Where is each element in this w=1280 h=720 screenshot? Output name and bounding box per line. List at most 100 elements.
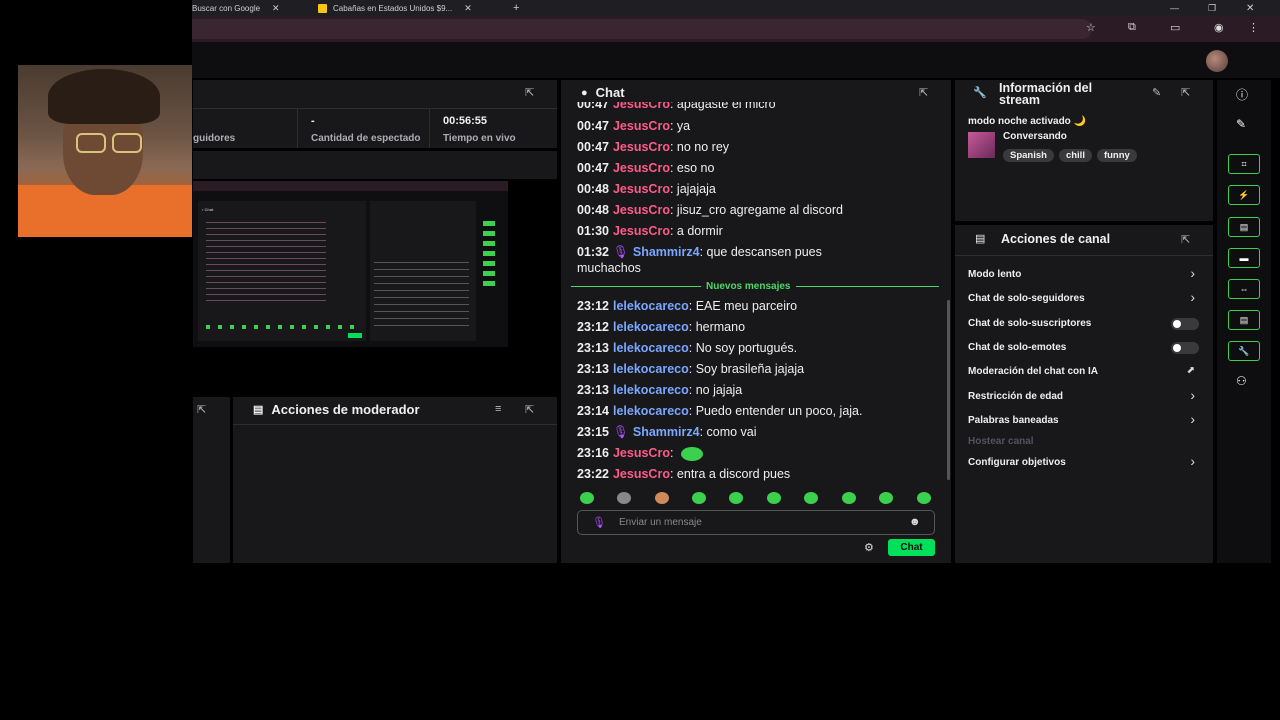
emote-icon[interactable] [879, 492, 893, 504]
reading-mode-icon[interactable]: ▭ [1170, 21, 1180, 34]
popout-icon[interactable]: ⇱ [1181, 233, 1190, 246]
chevron-right-icon[interactable]: › [1190, 387, 1195, 403]
preview-chat: ▪ Chat [198, 201, 366, 341]
chat-message: 23:14 lelekocareco: Puedo entender un poc… [577, 404, 863, 418]
chevron-right-icon[interactable]: › [1190, 411, 1195, 427]
minimize-window-icon[interactable]: — [1170, 0, 1179, 16]
host-channel-item: Hostear canal [968, 436, 1034, 447]
chevron-right-icon[interactable]: › [1190, 453, 1195, 469]
divider [429, 108, 430, 148]
clip-icon[interactable]: ⌗ [1228, 154, 1260, 174]
raid-icon[interactable]: ⇔ [1228, 279, 1260, 299]
divider [233, 424, 557, 425]
channel-actions-panel: ▤ Acciones de canal ⇱ Modo lento › Chat … [955, 225, 1213, 563]
info-icon[interactable]: ⓘ [1236, 86, 1248, 103]
popout-icon[interactable]: ⇱ [919, 86, 928, 99]
emote-icon[interactable] [729, 492, 743, 504]
emote-icon[interactable] [767, 492, 781, 504]
slow-mode-item[interactable]: Modo lento [968, 269, 1021, 280]
users-icon[interactable]: ⚇ [1236, 374, 1247, 388]
channel-icon[interactable]: ▤ [1228, 310, 1260, 330]
webcam-hair [48, 69, 160, 124]
panel-title: Acciones de canal [1001, 232, 1111, 246]
chat-message: 23:15 🎙 Shammirz4: como vai [577, 425, 757, 439]
emote-icon[interactable] [917, 492, 931, 504]
emote-icon[interactable] [842, 492, 856, 504]
category-thumbnail [968, 132, 995, 158]
popout-icon[interactable]: ⇱ [197, 403, 206, 416]
followers-only-item[interactable]: Chat de solo-seguidores [968, 293, 1085, 304]
moderator-actions-panel: ▤ Acciones de moderador ≡ ⇱ [233, 397, 557, 563]
browser-tab[interactable]: Cabañas en Estados Unidos $9... ✕ [318, 0, 498, 16]
popout-icon[interactable]: ⇱ [1181, 86, 1190, 99]
extensions-icon[interactable]: ⧉ [1128, 21, 1136, 34]
profile-icon[interactable]: ◉ [1214, 21, 1224, 34]
browser-menu-icon[interactable]: ⋮ [1248, 21, 1259, 34]
chat-scrollbar[interactable] [947, 300, 950, 480]
preview-chat-button [348, 333, 362, 338]
lightning-icon[interactable]: ⚡ [1228, 185, 1260, 205]
emote-icon[interactable] [655, 492, 669, 504]
emote-icon[interactable] [580, 492, 594, 504]
category-name: Conversando [1003, 131, 1067, 142]
send-chat-button[interactable]: Chat [888, 539, 935, 556]
chevron-right-icon[interactable]: › [1190, 265, 1195, 281]
age-restriction-item[interactable]: Restricción de edad [968, 391, 1063, 402]
wrench-icon: 🔧 [973, 87, 987, 99]
emoji-picker-icon[interactable]: ☻ [909, 516, 921, 528]
configure-goals-item[interactable]: Configurar objetivos [968, 457, 1066, 468]
chat-message: 23:12 lelekocareco: hermano [577, 320, 746, 334]
panel-header: ● Chat [581, 85, 625, 100]
notes-icon[interactable]: ▤ [1228, 217, 1260, 237]
panel-title: Chat [595, 85, 625, 100]
chat-message: 23:22 JesusCro: entra a discord pues [577, 467, 791, 481]
stream-info-panel: 🔧 Información del stream ✎ ⇱ modo noche … [955, 80, 1213, 221]
stream-preview[interactable]: ▪ Chat [193, 181, 508, 347]
emote-icon[interactable] [804, 492, 818, 504]
tag[interactable]: chill [1058, 149, 1092, 162]
emote-icon [680, 446, 703, 461]
webcam-glasses [112, 133, 142, 153]
subscribers-only-toggle[interactable] [1171, 318, 1199, 330]
chat-message: 00:47 JesusCro: eso no [577, 161, 715, 175]
restore-window-icon[interactable]: ❐ [1208, 0, 1216, 16]
browser-tab[interactable]: Buscar con Google ✕ [192, 0, 310, 16]
chat-input[interactable]: 🎙 Enviar un mensaje ☻ [577, 510, 935, 535]
emote-icon[interactable] [617, 492, 631, 504]
popout-icon[interactable]: ⇱ [525, 86, 534, 99]
chat-message: 00:48 JesusCro: jajajaja [577, 182, 716, 196]
close-tab-icon[interactable]: ✕ [464, 3, 472, 14]
chevron-right-icon[interactable]: › [1190, 289, 1195, 305]
chat-message: 00:47 JesusCro: no no rey [577, 140, 730, 154]
emote-icon[interactable] [692, 492, 706, 504]
stream-stats-panel: ⇱ guidores - Cantidad de espectadores 00… [193, 80, 557, 148]
chat-message-list[interactable]: 00:47 JesusCro: apagaste el micro 00:47 Je… [561, 102, 951, 497]
chat-settings-gear-icon[interactable]: ⚙ [864, 541, 874, 554]
banned-words-item[interactable]: Palabras baneadas [968, 415, 1059, 426]
tag[interactable]: Spanish [1003, 149, 1054, 162]
close-window-icon[interactable]: ✕ [1246, 0, 1254, 16]
chart-icon[interactable]: ⬈ [1187, 365, 1195, 376]
chat-bubble-icon: ● [581, 86, 588, 99]
edit-pencil-icon[interactable]: ✎ [1152, 86, 1161, 99]
filter-icon[interactable]: ≡ [495, 403, 501, 415]
chat-message: 23:13 lelekocareco: No soy portugués. [577, 341, 798, 355]
panel-title: Información del stream [999, 81, 1093, 107]
quick-actions-rail: ⓘ ✎ ⌗ ⚡ ▤ ▬ ⇔ ▤ 🔧 ⚇ [1217, 80, 1271, 563]
popout-icon[interactable]: ⇱ [525, 403, 534, 416]
tag[interactable]: funny [1096, 149, 1137, 162]
subscribers-only-item: Chat de solo-suscriptores [968, 318, 1092, 329]
wrench-icon[interactable]: 🔧 [1228, 341, 1260, 361]
chat-bubble-icon[interactable]: ▬ [1228, 248, 1260, 268]
ai-moderation-item[interactable]: Moderación del chat con IA [968, 366, 1098, 377]
avatar[interactable] [1206, 50, 1228, 72]
app-top-bar [192, 42, 1280, 78]
bookmark-star-icon[interactable]: ☆ [1086, 21, 1096, 34]
emote-only-toggle[interactable] [1171, 342, 1199, 354]
divider [955, 255, 1213, 256]
close-tab-icon[interactable]: ✕ [272, 3, 280, 14]
mic-icon: 🎙 [592, 517, 606, 529]
new-tab-button[interactable]: + [513, 0, 519, 16]
address-bar[interactable] [192, 19, 1092, 39]
edit-pencil-icon[interactable]: ✎ [1236, 117, 1246, 131]
